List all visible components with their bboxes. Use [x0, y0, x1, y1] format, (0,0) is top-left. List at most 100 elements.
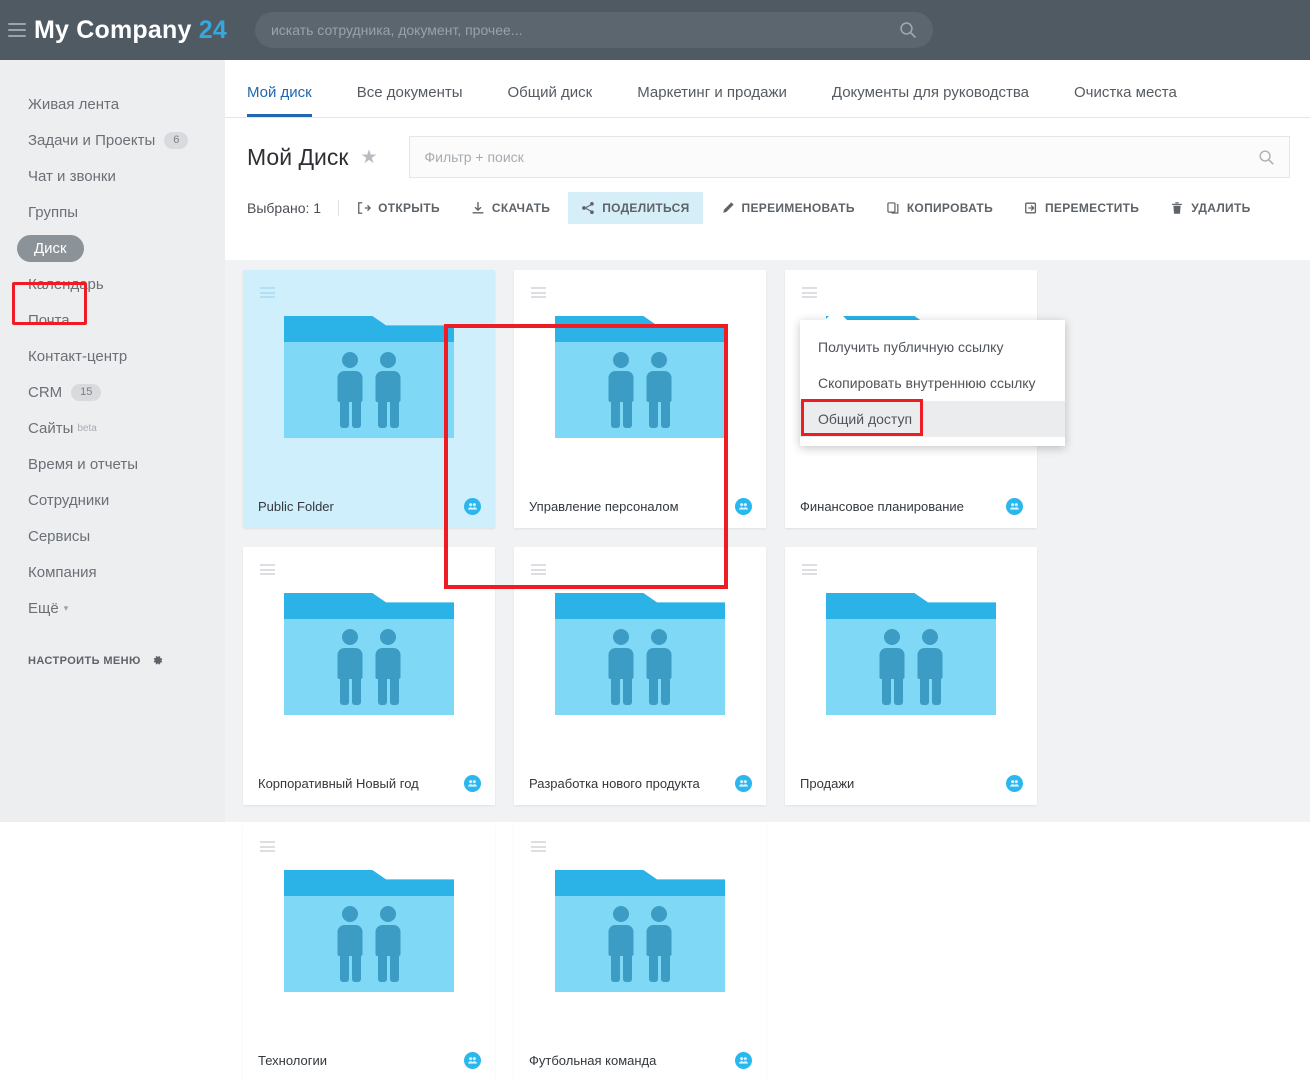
tab-all-documents[interactable]: Все документы: [357, 84, 463, 117]
tab-label: Маркетинг и продажи: [637, 84, 787, 101]
copy-button-label: КОПИРОВАТЬ: [907, 201, 993, 215]
sidebar-item-live-feed[interactable]: Живая лента: [0, 86, 225, 122]
file-grid: Public Folder Управление персоналом: [243, 270, 1292, 1082]
download-button[interactable]: СКАЧАТЬ: [458, 192, 563, 224]
setup-menu-button[interactable]: НАСТРОИТЬ МЕНЮ: [0, 654, 225, 667]
menu-item-shared-access[interactable]: Общий доступ: [800, 401, 1065, 437]
card-footer: Футбольная команда: [514, 1038, 766, 1082]
filter-search-input[interactable]: Фильтр + поиск: [409, 136, 1290, 178]
star-icon[interactable]: ★: [360, 146, 377, 169]
sidebar-item-label: Диск: [17, 235, 84, 262]
file-name-label: Футбольная команда: [529, 1053, 727, 1068]
sidebar-item-sites[interactable]: Сайты beta: [0, 410, 225, 446]
menu-item-public-link[interactable]: Получить публичную ссылку: [800, 329, 1065, 365]
menu-item-label: Получить публичную ссылку: [818, 339, 1003, 355]
shared-folder-icon: [555, 870, 725, 992]
sidebar-badge-tasks: 6: [164, 132, 188, 149]
top-header: My Company 24 искать сотрудника, докумен…: [0, 0, 1310, 60]
open-button[interactable]: ОТКРЫТЬ: [344, 192, 453, 224]
sidebar-item-label: Ещё: [28, 600, 59, 617]
dropdown-arrow: [825, 309, 847, 320]
sidebar-item-groups[interactable]: Группы: [0, 194, 225, 230]
sidebar-item-calendar[interactable]: Календарь: [0, 266, 225, 302]
sidebar-item-chat[interactable]: Чат и звонки: [0, 158, 225, 194]
sidebar-item-drive[interactable]: Диск: [0, 230, 225, 266]
folder-thumbnail: [243, 547, 495, 761]
card-menu-icon[interactable]: [802, 287, 817, 298]
file-card[interactable]: Продажи: [785, 547, 1037, 805]
tab-marketing-sales[interactable]: Маркетинг и продажи: [637, 84, 787, 117]
page-title: Мой Диск: [247, 144, 348, 171]
sidebar-item-mail[interactable]: Почта: [0, 302, 225, 338]
card-menu-icon[interactable]: [531, 287, 546, 298]
move-button-label: ПЕРЕМЕСТИТЬ: [1045, 201, 1139, 215]
file-card[interactable]: Корпоративный Новый год: [243, 547, 495, 805]
sidebar-item-label: Чат и звонки: [28, 168, 116, 185]
card-menu-icon[interactable]: [531, 564, 546, 575]
card-footer: Финансовое планирование: [785, 484, 1037, 528]
open-button-label: ОТКРЫТЬ: [378, 201, 440, 215]
sidebar-item-contact-center[interactable]: Контакт-центр: [0, 338, 225, 374]
sidebar-item-tasks[interactable]: Задачи и Проекты 6: [0, 122, 225, 158]
menu-item-internal-link[interactable]: Скопировать внутреннюю ссылку: [800, 365, 1065, 401]
card-menu-icon[interactable]: [260, 287, 275, 298]
sidebar-item-label: Сайты: [28, 420, 73, 437]
folder-thumbnail: [243, 824, 495, 1038]
copy-button[interactable]: КОПИРОВАТЬ: [873, 192, 1006, 224]
delete-button[interactable]: УДАЛИТЬ: [1157, 192, 1263, 224]
file-card[interactable]: Управление персоналом: [514, 270, 766, 528]
file-card[interactable]: Public Folder: [243, 270, 495, 528]
share-button[interactable]: ПОДЕЛИТЬСЯ: [568, 192, 702, 224]
sidebar-item-employees[interactable]: Сотрудники: [0, 482, 225, 518]
sidebar-item-label: Группы: [28, 204, 78, 221]
file-card[interactable]: Разработка нового продукта: [514, 547, 766, 805]
filter-search-placeholder: Фильтр + поиск: [424, 149, 1258, 165]
download-button-label: СКАЧАТЬ: [492, 201, 550, 215]
card-menu-icon[interactable]: [531, 841, 546, 852]
file-name-label: Корпоративный Новый год: [258, 776, 456, 791]
search-icon[interactable]: [899, 21, 917, 39]
shared-badge-icon: [464, 498, 481, 515]
sidebar-item-label: Сервисы: [28, 528, 90, 545]
card-footer: Технологии: [243, 1038, 495, 1082]
search-icon[interactable]: [1258, 149, 1275, 166]
setup-menu-label: НАСТРОИТЬ МЕНЮ: [28, 655, 141, 667]
move-button[interactable]: ПЕРЕМЕСТИТЬ: [1011, 192, 1152, 224]
shared-badge-icon: [1006, 498, 1023, 515]
shared-folder-icon: [826, 593, 996, 715]
brand-name: My Company: [34, 16, 192, 44]
card-menu-icon[interactable]: [260, 564, 275, 575]
sidebar-item-label: Почта: [28, 312, 70, 329]
tab-cleanup-space[interactable]: Очистка места: [1074, 84, 1177, 117]
brand-logo[interactable]: My Company 24: [34, 16, 227, 45]
tab-management-docs[interactable]: Документы для руководства: [832, 84, 1029, 117]
sidebar-item-crm[interactable]: CRM 15: [0, 374, 225, 410]
hamburger-icon[interactable]: [8, 23, 26, 37]
selected-count-label: Выбрано: 1: [247, 200, 339, 216]
sidebar-item-company[interactable]: Компания: [0, 554, 225, 590]
tab-shared-drive[interactable]: Общий диск: [508, 84, 593, 117]
folder-thumbnail: [514, 270, 766, 484]
main-content: Мой диск Все документы Общий диск Маркет…: [225, 60, 1310, 822]
folder-thumbnail: [243, 270, 495, 484]
card-menu-icon[interactable]: [802, 564, 817, 575]
sidebar-item-services[interactable]: Сервисы: [0, 518, 225, 554]
file-card[interactable]: Футбольная команда: [514, 824, 766, 1082]
rename-button[interactable]: ПЕРЕИМЕНОВАТЬ: [708, 192, 868, 224]
card-menu-icon[interactable]: [260, 841, 275, 852]
file-card[interactable]: Технологии: [243, 824, 495, 1082]
global-search-input[interactable]: искать сотрудника, документ, прочее...: [255, 12, 933, 48]
sidebar-item-time-reports[interactable]: Время и отчеты: [0, 446, 225, 482]
tab-my-drive[interactable]: Мой диск: [247, 84, 312, 117]
sidebar-nav: Живая лента Задачи и Проекты 6 Чат и зво…: [0, 60, 225, 667]
folder-thumbnail: [785, 547, 1037, 761]
gear-icon[interactable]: [151, 654, 164, 667]
menu-item-label: Скопировать внутреннюю ссылку: [818, 375, 1036, 391]
sidebar-item-label: Время и отчеты: [28, 456, 138, 473]
delete-button-label: УДАЛИТЬ: [1191, 201, 1250, 215]
shared-folder-icon: [555, 316, 725, 438]
file-name-label: Продажи: [800, 776, 998, 791]
trash-icon: [1170, 201, 1184, 215]
sidebar-item-more[interactable]: Ещё ▾: [0, 590, 225, 626]
file-name-label: Финансовое планирование: [800, 499, 998, 514]
